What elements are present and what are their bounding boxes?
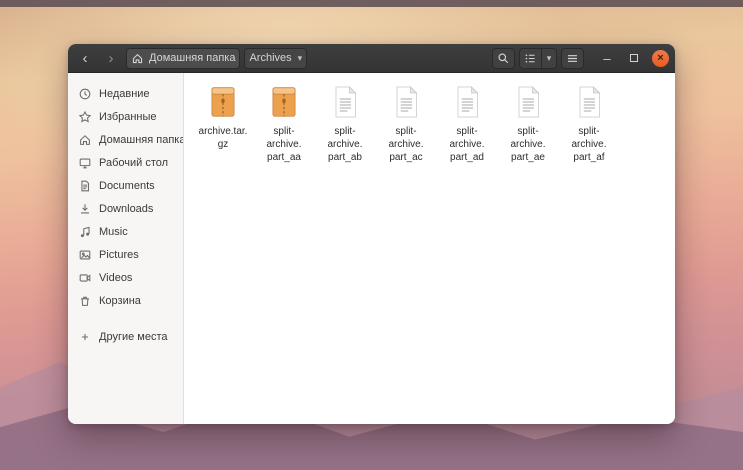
breadcrumb-current-button[interactable]: Archives ▾ (244, 48, 307, 69)
file-label: split- archive. part_ab (327, 125, 362, 164)
file-item[interactable]: split- archive. part_af (559, 81, 619, 164)
chevron-down-icon: ▾ (547, 53, 552, 64)
sidebar-item-label: Другие места (99, 331, 168, 343)
trash-icon (78, 294, 92, 308)
breadcrumb-home-button[interactable]: Домашняя папка (126, 48, 240, 69)
file-label: split- archive. part_af (571, 125, 606, 164)
sidebar-item-music[interactable]: Music (68, 220, 183, 243)
breadcrumb-home-label: Домашняя папка (149, 52, 235, 64)
sidebar-item-label: Домашняя папка (99, 134, 184, 146)
archive-icon (264, 81, 304, 123)
sidebar-item-pictures[interactable]: Pictures (68, 243, 183, 266)
menu-button[interactable] (561, 48, 584, 69)
archive-icon (203, 81, 243, 123)
file-item[interactable]: split- archive. part_ae (498, 81, 558, 164)
text-file-icon (447, 81, 487, 123)
star-icon (78, 110, 92, 124)
sidebar-item-label: Videos (99, 272, 132, 284)
file-item[interactable]: split- archive. part_aa (254, 81, 314, 164)
sidebar-item-desktop[interactable]: Рабочий стол (68, 151, 183, 174)
text-file-icon (325, 81, 365, 123)
text-file-icon (508, 81, 548, 123)
download-icon (78, 202, 92, 216)
view-options-button[interactable]: ▾ (541, 48, 557, 69)
sidebar-item-videos[interactable]: Videos (68, 266, 183, 289)
minimize-button[interactable]: – (598, 49, 616, 67)
clock-icon (78, 87, 92, 101)
maximize-icon (630, 54, 638, 62)
sidebar-item-label: Корзина (99, 295, 141, 307)
file-grid: archive.tar. gz split- archive. part_aa (184, 73, 675, 424)
sidebar-item-label: Недавние (99, 88, 150, 100)
document-icon (78, 179, 92, 193)
file-item[interactable]: split- archive. part_ad (437, 81, 497, 164)
file-label: split- archive. part_ac (388, 125, 423, 164)
sidebar: Недавние Избранные (68, 73, 184, 424)
file-label: split- archive. part_ad (449, 125, 484, 164)
sidebar-item-downloads[interactable]: Downloads (68, 197, 183, 220)
sidebar-item-label: Рабочий стол (99, 157, 168, 169)
header-bar: ‹ › Домашняя папка Archives ▾ (68, 44, 675, 73)
list-view-icon (524, 52, 537, 65)
sidebar-item-trash[interactable]: Корзина (68, 289, 183, 312)
video-icon (78, 271, 92, 285)
file-item[interactable]: split- archive. part_ac (376, 81, 436, 164)
text-file-icon (569, 81, 609, 123)
picture-icon (78, 248, 92, 262)
close-icon: × (657, 52, 663, 64)
file-item[interactable]: split- archive. part_ab (315, 81, 375, 164)
desktop-background: ‹ › Домашняя папка Archives ▾ (0, 0, 743, 470)
search-button[interactable] (492, 48, 515, 69)
sidebar-item-label: Избранные (99, 111, 157, 123)
chevron-down-icon: ▾ (298, 53, 303, 64)
text-file-icon (386, 81, 426, 123)
view-toggle-button[interactable] (519, 48, 541, 69)
sidebar-item-label: Pictures (99, 249, 139, 261)
home-icon (78, 133, 92, 147)
window-controls: – × (598, 49, 669, 67)
file-item[interactable]: archive.tar. gz (193, 81, 253, 151)
file-label: split- archive. part_aa (266, 125, 301, 164)
sidebar-item-label: Documents (99, 180, 155, 192)
breadcrumb-current-label: Archives (249, 52, 291, 64)
music-note-icon (78, 225, 92, 239)
sidebar-item-documents[interactable]: Documents (68, 174, 183, 197)
sidebar-item-recent[interactable]: Недавние (68, 82, 183, 105)
sidebar-item-home[interactable]: Домашняя папка (68, 128, 183, 151)
top-panel (0, 0, 743, 7)
home-icon (131, 52, 144, 65)
plus-icon (78, 330, 92, 344)
close-button[interactable]: × (652, 50, 669, 67)
file-label: archive.tar. gz (199, 125, 248, 151)
forward-button[interactable]: › (100, 48, 122, 69)
back-button[interactable]: ‹ (74, 48, 96, 69)
desktop-icon (78, 156, 92, 170)
sidebar-item-starred[interactable]: Избранные (68, 105, 183, 128)
hamburger-menu-icon (566, 52, 579, 65)
sidebar-item-other-locations[interactable]: Другие места (68, 325, 183, 348)
file-label: split- archive. part_ae (510, 125, 545, 164)
view-switcher: ▾ (519, 48, 557, 69)
search-icon (497, 52, 510, 65)
files-window: ‹ › Домашняя папка Archives ▾ (68, 44, 675, 424)
maximize-button[interactable] (625, 49, 643, 67)
sidebar-item-label: Music (99, 226, 128, 238)
sidebar-item-label: Downloads (99, 203, 153, 215)
